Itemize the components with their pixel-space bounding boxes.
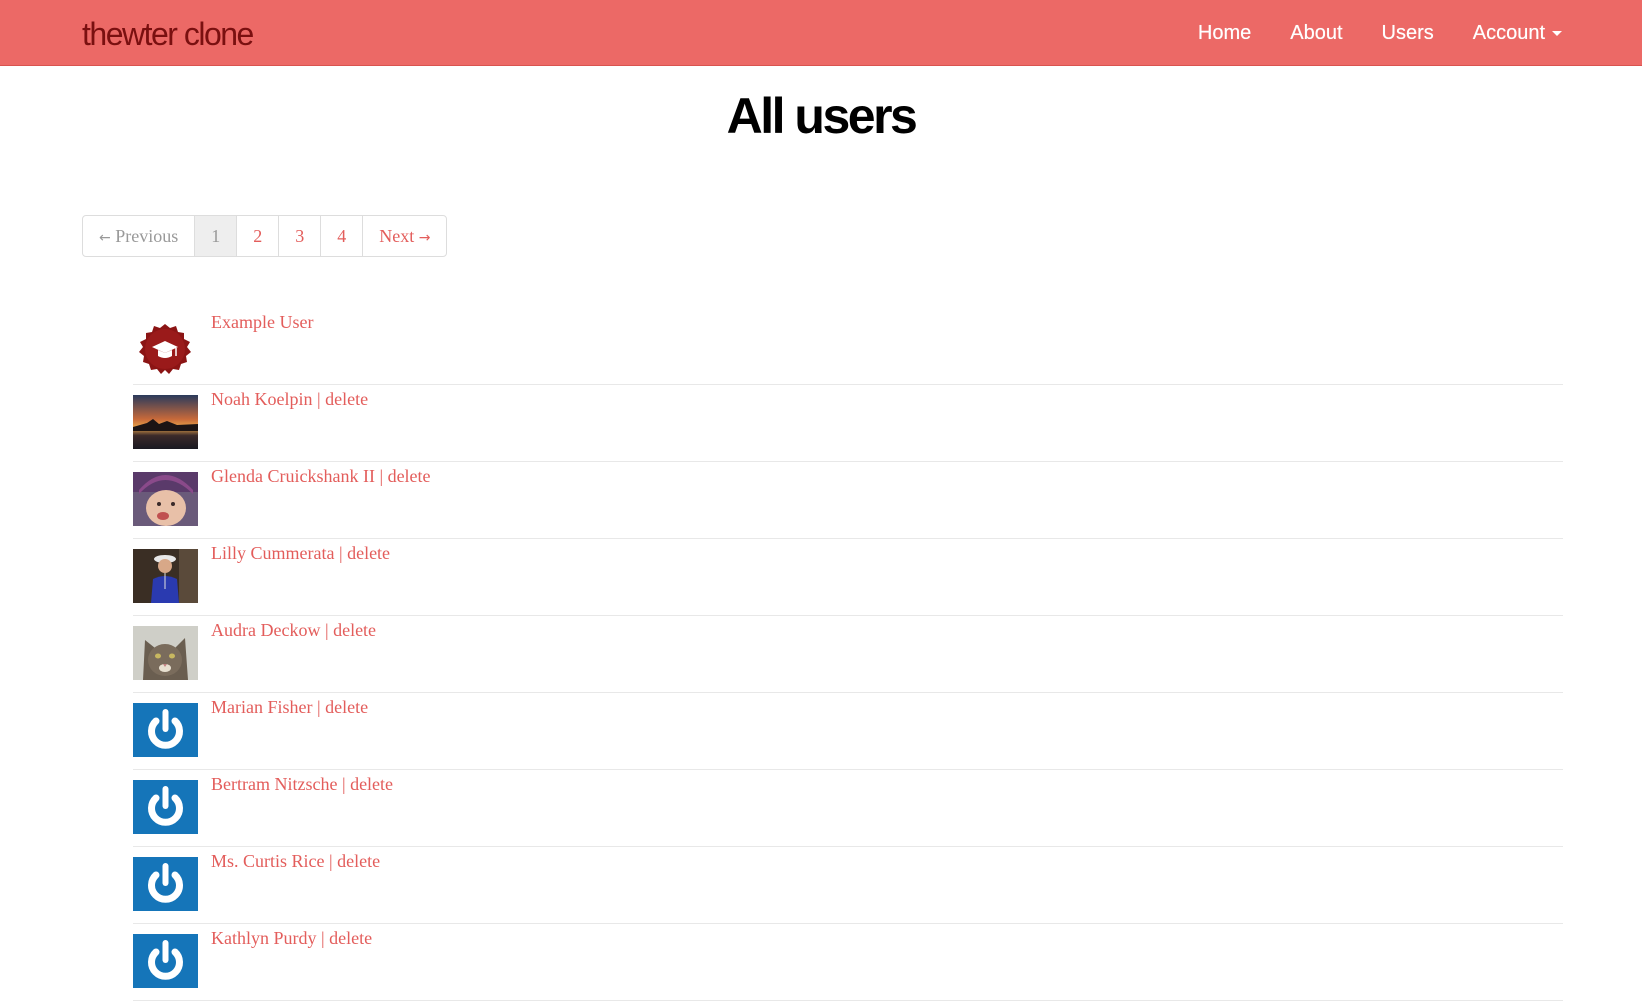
user-name-link[interactable]: Audra Deckow xyxy=(211,620,320,640)
separator: | xyxy=(312,389,326,409)
top-navbar: thewter clone Home About Users Account xyxy=(0,0,1642,66)
user-list-item: Example User xyxy=(133,308,1563,385)
user-name-link[interactable]: Marian Fisher xyxy=(211,697,312,717)
delete-user-link[interactable]: delete xyxy=(325,697,368,717)
nav-home-label: Home xyxy=(1197,21,1252,44)
nav-about-link[interactable]: About xyxy=(1290,22,1342,45)
cat-photo-avatar[interactable] xyxy=(133,626,198,680)
nav-home-link[interactable]: Home xyxy=(1198,22,1251,45)
delete-user-link[interactable]: delete xyxy=(350,774,393,794)
pagination: ← Previous 1 2 3 4 Next → xyxy=(82,215,448,257)
pagination-previous[interactable]: ← Previous xyxy=(83,216,194,256)
user-list-item: Ms. Curtis Rice | delete xyxy=(133,847,1563,924)
nav-account-label: Account xyxy=(1472,21,1545,44)
pagination-page-3[interactable]: 3 xyxy=(278,216,320,256)
sunset-photo-avatar[interactable] xyxy=(133,395,198,449)
user-list-item: Lilly Cummerata | delete xyxy=(133,539,1563,616)
pagination-page-1[interactable]: 1 xyxy=(194,216,237,256)
separator: | xyxy=(337,774,351,794)
delete-user-link[interactable]: delete xyxy=(337,851,380,871)
delete-user-link[interactable]: delete xyxy=(325,389,368,409)
gravatar-default-icon[interactable] xyxy=(133,703,198,757)
separator: | xyxy=(316,928,330,948)
arrow-left-icon: ← xyxy=(99,230,111,246)
child-photo-avatar[interactable] xyxy=(133,472,198,526)
graduation-cap-badge-avatar[interactable] xyxy=(133,322,198,376)
gravatar-default-icon[interactable] xyxy=(133,780,198,834)
user-list-item: Noah Koelpin | delete xyxy=(133,385,1563,462)
separator: | xyxy=(312,697,326,717)
user-name-link[interactable]: Ms. Curtis Rice xyxy=(211,851,325,871)
user-name-link[interactable]: Glenda Cruickshank II xyxy=(211,466,375,486)
nav-users-link[interactable]: Users xyxy=(1382,22,1434,45)
user-name-link[interactable]: Noah Koelpin xyxy=(211,389,312,409)
user-list-item: Audra Deckow | delete xyxy=(133,616,1563,693)
pagination-next-label: Next xyxy=(379,226,415,246)
delete-user-link[interactable]: delete xyxy=(388,466,431,486)
delete-user-link[interactable]: delete xyxy=(329,928,372,948)
pagination-next[interactable]: Next → xyxy=(362,216,446,256)
nav-account-dropdown[interactable]: Account xyxy=(1473,22,1562,45)
nav-users-label: Users xyxy=(1381,21,1434,44)
pagination-previous-label: Previous xyxy=(115,226,179,246)
nav-about-label: About xyxy=(1290,21,1343,44)
brand-logo-link[interactable]: thewter clone xyxy=(82,14,254,54)
user-list-item: Bertram Nitzsche | delete xyxy=(133,770,1563,847)
user-list-item: Glenda Cruickshank II | delete xyxy=(133,462,1563,539)
gravatar-default-icon[interactable] xyxy=(133,857,198,911)
delete-user-link[interactable]: delete xyxy=(347,543,390,563)
user-name-link[interactable]: Bertram Nitzsche xyxy=(211,774,337,794)
user-list-item: Marian Fisher | delete xyxy=(133,693,1563,770)
pagination-page-4[interactable]: 4 xyxy=(320,216,362,256)
user-name-link[interactable]: Kathlyn Purdy xyxy=(211,928,317,948)
delete-user-link[interactable]: delete xyxy=(333,620,376,640)
caret-down-icon xyxy=(1552,30,1562,36)
page-title: All users xyxy=(726,88,918,144)
separator: | xyxy=(324,851,338,871)
arrow-right-icon: → xyxy=(418,230,431,246)
main-nav: Home About Users Account xyxy=(1159,0,1562,66)
users-list: Example User Noah Koelpin | delete Glend… xyxy=(133,308,1563,1001)
person-photo-avatar[interactable] xyxy=(133,549,198,603)
user-name-link[interactable]: Lilly Cummerata xyxy=(211,543,334,563)
user-list-item: Kathlyn Purdy | delete xyxy=(133,924,1563,1001)
separator: | xyxy=(320,620,334,640)
user-name-link[interactable]: Example User xyxy=(211,312,313,332)
separator: | xyxy=(334,543,348,563)
pagination-page-2[interactable]: 2 xyxy=(236,216,278,256)
gravatar-default-icon[interactable] xyxy=(133,934,198,988)
separator: | xyxy=(374,466,388,486)
